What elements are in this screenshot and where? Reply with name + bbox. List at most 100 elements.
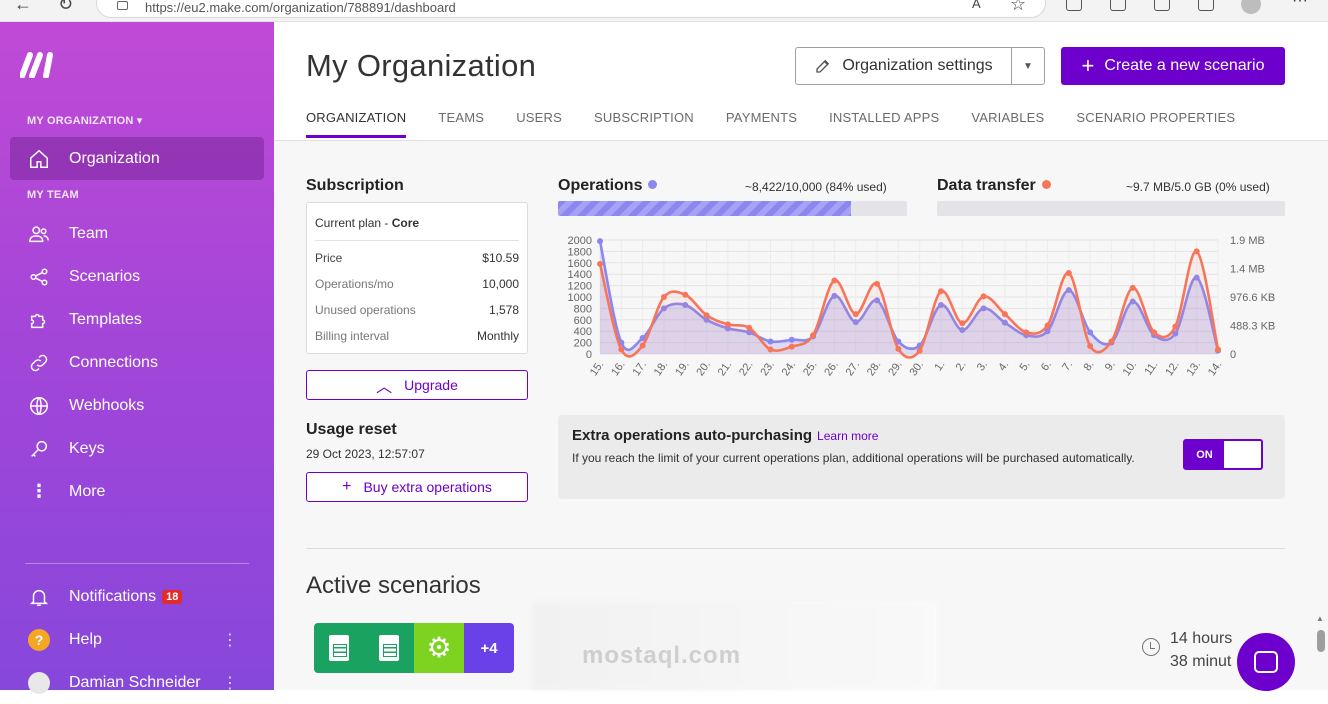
y2-tick-label: 1.4 MB: [1230, 264, 1265, 276]
sidebar-item-notifications[interactable]: Notifications 18: [10, 575, 264, 618]
data-point: [916, 347, 923, 354]
make-logo[interactable]: [19, 52, 58, 83]
sheet-glyph: [379, 635, 399, 661]
sidebar-item-more[interactable]: ⋮ More: [10, 470, 264, 513]
tab-users[interactable]: USERS: [516, 110, 562, 138]
sidebar-item-organization[interactable]: Organization: [10, 137, 264, 180]
browser-menu-icon[interactable]: ···: [1292, 0, 1308, 10]
create-scenario-button[interactable]: + Create a new scenario: [1061, 47, 1285, 85]
tab-organization[interactable]: ORGANIZATION: [306, 110, 407, 138]
y-tick-label: 1200: [568, 281, 592, 293]
sidebar-item-keys[interactable]: Keys: [10, 427, 264, 470]
organization-settings-label[interactable]: Organization settings: [796, 48, 1012, 84]
sidebar-item-team[interactable]: Team: [10, 212, 264, 255]
extension-icon[interactable]: [1198, 0, 1214, 11]
sidebar-item-webhooks[interactable]: Webhooks: [10, 384, 264, 427]
y2-tick-label: 0: [1230, 349, 1236, 361]
site-info-icon[interactable]: [117, 1, 128, 10]
read-aloud-icon[interactable]: A: [972, 0, 981, 11]
sidebar-item-templates[interactable]: Templates: [10, 298, 264, 341]
sidebar-item-connections[interactable]: Connections: [10, 341, 264, 384]
data-point: [746, 324, 753, 331]
support-chat-button[interactable]: [1237, 633, 1295, 691]
gear-glyph: ⚙: [426, 632, 452, 663]
browser-toolbar: ← ↻ https://eu2.make.com/organization/78…: [0, 0, 1328, 22]
y2-tick-label: 1.9 MB: [1230, 235, 1265, 247]
buy-extra-operations-button[interactable]: + Buy extra operations: [306, 472, 528, 502]
buy-button-text: Buy extra operations: [363, 479, 492, 495]
operations-progress-fill: [558, 201, 852, 216]
operations-usage-value: ~8,422/10,000 (84% used): [745, 180, 887, 194]
back-icon[interactable]: ←: [14, 0, 32, 15]
scenario-app-icons[interactable]: ⚙ +4: [314, 623, 514, 673]
y-tick-label: 400: [574, 326, 592, 338]
price-row: Price $10.59: [315, 251, 519, 265]
data-point: [1108, 338, 1115, 345]
data-point: [703, 312, 710, 319]
tab-variables[interactable]: VARIABLES: [971, 110, 1044, 138]
organization-settings-button[interactable]: Organization settings ▼: [795, 47, 1045, 85]
data-point: [767, 338, 774, 345]
notification-count-badge: 18: [162, 589, 183, 604]
sidebar-item-label: Notifications: [69, 587, 157, 605]
upgrade-button[interactable]: ︿ Upgrade: [306, 370, 528, 400]
x-tick-label: 6.: [1039, 359, 1054, 373]
y-tick-label: 0: [586, 349, 592, 361]
chevron-up-icon: ︿: [376, 379, 393, 396]
sidebar-item-label: Damian Schneider: [69, 673, 201, 691]
x-tick-label: 28.: [865, 359, 884, 378]
tab-scenario-properties[interactable]: SCENARIO PROPERTIES: [1076, 110, 1235, 138]
data-point: [1172, 323, 1179, 330]
data-point: [895, 345, 902, 352]
tab-subscription[interactable]: SUBSCRIPTION: [594, 110, 694, 138]
x-tick-label: 21.: [716, 359, 735, 378]
url-text: https://eu2.make.com/organization/788891…: [145, 0, 456, 15]
x-tick-label: 1.: [932, 359, 947, 373]
help-menu-icon[interactable]: ⋮: [222, 630, 238, 650]
row-value: 10,000: [482, 277, 519, 291]
sidebar-item-user[interactable]: Damian Schneider ⋮: [10, 661, 264, 704]
profile-icon[interactable]: [1241, 0, 1261, 14]
row-key: Price: [315, 251, 343, 265]
row-value: $10.59: [482, 251, 519, 265]
collections-icon[interactable]: [1154, 0, 1170, 11]
x-tick-label: 17.: [630, 359, 649, 378]
data-transfer-legend-dot: [1041, 180, 1051, 189]
favorite-icon[interactable]: ☆: [1010, 0, 1026, 15]
bell-icon: [26, 586, 52, 608]
tab-installed-apps[interactable]: INSTALLED APPS: [829, 110, 939, 138]
main-content: My Organization Organization settings ▼ …: [274, 22, 1328, 691]
address-bar[interactable]: https://eu2.make.com/organization/788891…: [96, 0, 1046, 18]
plus-icon: +: [1081, 53, 1095, 78]
sidebar-item-help[interactable]: ? Help ⋮: [10, 618, 264, 661]
data-point: [1065, 270, 1072, 277]
auto-purchase-toggle[interactable]: ON: [1183, 439, 1263, 470]
chevron-down-icon[interactable]: ▼: [1012, 61, 1044, 72]
scrollbar-thumb[interactable]: [1317, 630, 1325, 652]
x-tick-label: 4.: [996, 359, 1011, 373]
x-tick-label: 18.: [652, 359, 671, 378]
upgrade-button-text: Upgrade: [404, 377, 458, 393]
favorites-list-icon[interactable]: [1110, 0, 1126, 11]
tab-payments[interactable]: PAYMENTS: [726, 110, 797, 138]
data-point: [1001, 311, 1008, 318]
key-icon: [26, 438, 52, 460]
split-screen-icon[interactable]: [1066, 0, 1082, 11]
page-scrollbar[interactable]: ▲: [1314, 614, 1328, 690]
data-transfer-progress: [937, 201, 1285, 216]
refresh-icon[interactable]: ↻: [58, 0, 73, 15]
data-point: [1151, 329, 1158, 336]
row-value: Monthly: [476, 329, 519, 343]
scroll-up-icon[interactable]: ▲: [1316, 614, 1324, 623]
sidebar-item-scenarios[interactable]: Scenarios: [10, 255, 264, 298]
org-switcher[interactable]: MY ORGANIZATION ▾: [27, 114, 142, 127]
x-tick-label: 20.: [694, 359, 713, 378]
learn-more-link[interactable]: Learn more: [817, 429, 878, 443]
data-point: [1087, 329, 1094, 336]
tab-teams[interactable]: TEAMS: [438, 110, 484, 138]
data-point: [1215, 346, 1221, 353]
watermark: mostaql.com: [582, 642, 742, 669]
sidebar-item-label: Keys: [69, 439, 105, 457]
sidebar-item-label: Organization: [69, 149, 160, 167]
x-tick-label: 26.: [822, 359, 841, 378]
